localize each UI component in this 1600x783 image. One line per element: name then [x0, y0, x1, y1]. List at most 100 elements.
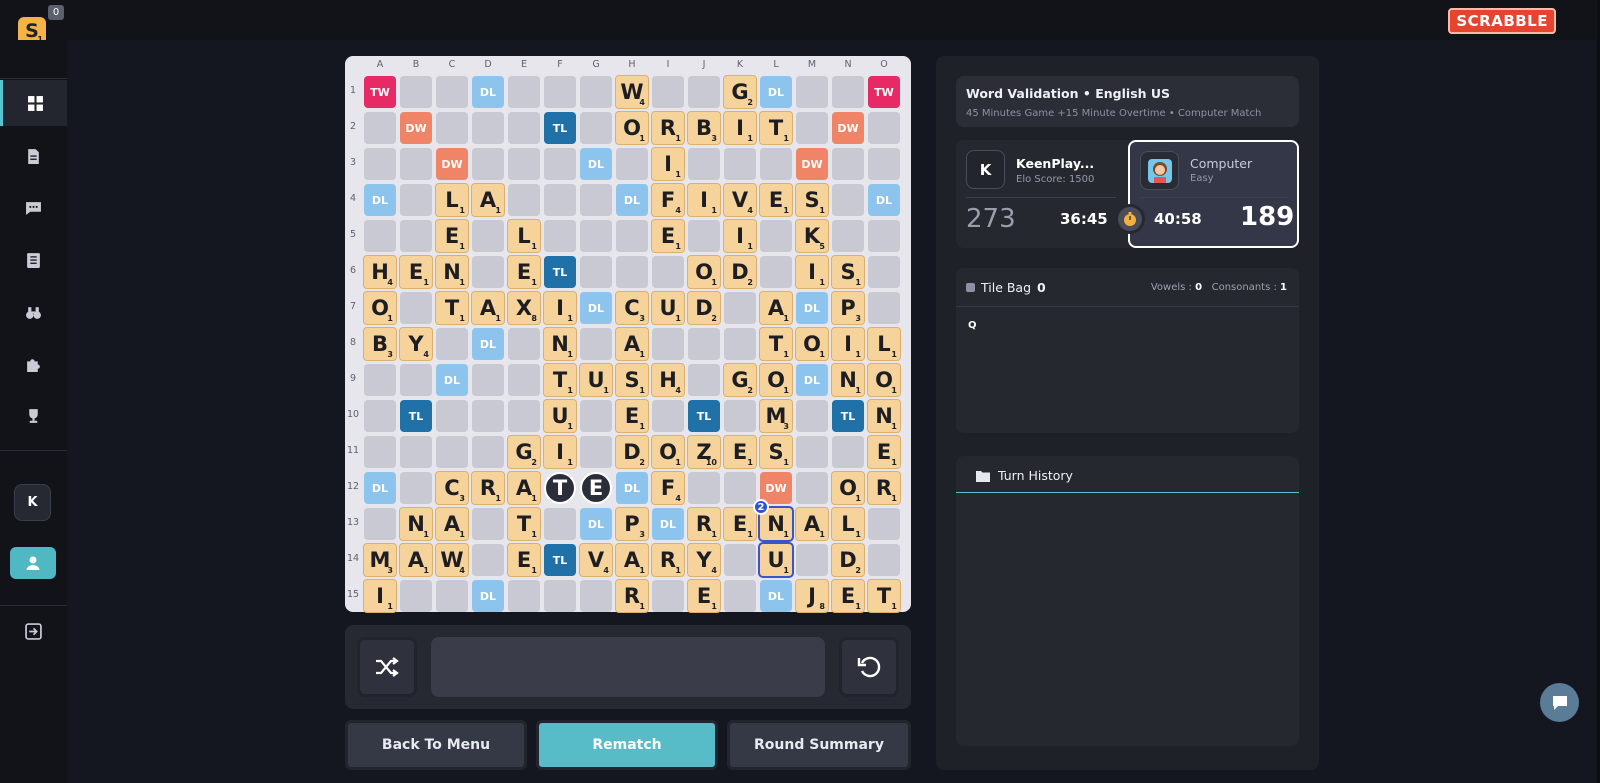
premium-square-dl[interactable]: DL — [760, 76, 792, 108]
board-square[interactable] — [472, 364, 504, 396]
board-square[interactable] — [868, 148, 900, 180]
board-square[interactable] — [580, 256, 612, 288]
turn-history-header[interactable]: Turn History — [976, 468, 1073, 483]
board-square[interactable] — [868, 220, 900, 252]
premium-square-dl[interactable]: DL — [796, 292, 828, 324]
premium-square-tl[interactable]: TL — [544, 112, 576, 144]
board-square[interactable] — [436, 436, 468, 468]
recall-button[interactable] — [839, 637, 899, 697]
board-square[interactable] — [616, 148, 648, 180]
board-square[interactable] — [652, 400, 684, 432]
board-square[interactable] — [580, 76, 612, 108]
board-square[interactable] — [436, 112, 468, 144]
board-square[interactable] — [508, 400, 540, 432]
premium-square-dl[interactable]: DL — [580, 148, 612, 180]
board-square[interactable] — [760, 148, 792, 180]
board-square[interactable] — [472, 544, 504, 576]
board-square[interactable] — [652, 580, 684, 612]
board-square[interactable] — [868, 256, 900, 288]
board-square[interactable] — [508, 184, 540, 216]
rack-slots[interactable] — [431, 637, 825, 697]
board-square[interactable] — [400, 292, 432, 324]
board-square[interactable] — [364, 220, 396, 252]
premium-square-dw[interactable]: DW — [796, 148, 828, 180]
sidebar-item-dashboard[interactable] — [0, 80, 67, 126]
board-square[interactable] — [364, 508, 396, 540]
board-square[interactable] — [688, 76, 720, 108]
sidebar-item-trophy[interactable] — [0, 393, 67, 439]
premium-square-dw[interactable]: DW — [832, 112, 864, 144]
board-square[interactable] — [724, 580, 756, 612]
premium-square-dl[interactable]: DL — [580, 292, 612, 324]
board-square[interactable] — [868, 508, 900, 540]
board-square[interactable] — [580, 112, 612, 144]
premium-square-dl[interactable]: DL — [868, 184, 900, 216]
board-square[interactable] — [760, 220, 792, 252]
board-square[interactable] — [364, 148, 396, 180]
board-square[interactable] — [400, 184, 432, 216]
premium-square-dl[interactable]: DL — [436, 364, 468, 396]
board-square[interactable] — [580, 184, 612, 216]
premium-square-dl[interactable]: DL — [616, 472, 648, 504]
board-square[interactable] — [832, 436, 864, 468]
board-square[interactable] — [544, 508, 576, 540]
board-square[interactable] — [724, 328, 756, 360]
board-square[interactable] — [796, 76, 828, 108]
premium-square-dl[interactable]: DL — [796, 364, 828, 396]
board-square[interactable] — [364, 364, 396, 396]
board-square[interactable] — [472, 400, 504, 432]
board-square[interactable] — [580, 220, 612, 252]
board-square[interactable] — [508, 76, 540, 108]
premium-square-dl[interactable]: DL — [580, 508, 612, 540]
board-square[interactable] — [832, 76, 864, 108]
board-square[interactable] — [436, 76, 468, 108]
board-square[interactable] — [400, 220, 432, 252]
premium-square-dl[interactable]: DL — [364, 472, 396, 504]
board-square[interactable] — [580, 400, 612, 432]
board-square[interactable] — [724, 472, 756, 504]
premium-square-dl[interactable]: DL — [364, 184, 396, 216]
board-square[interactable] — [400, 364, 432, 396]
back-to-menu-button[interactable]: Back To Menu — [345, 720, 527, 770]
sidebar-item-binoculars[interactable] — [0, 289, 67, 335]
board-square[interactable] — [616, 256, 648, 288]
board-square[interactable] — [724, 292, 756, 324]
premium-square-tw[interactable]: TW — [364, 76, 396, 108]
board-square[interactable] — [400, 580, 432, 612]
round-summary-button[interactable]: Round Summary — [727, 720, 911, 770]
board-square[interactable] — [796, 472, 828, 504]
board-square[interactable] — [796, 112, 828, 144]
board-square[interactable] — [544, 76, 576, 108]
board-square[interactable] — [400, 436, 432, 468]
premium-square-dl[interactable]: DL — [472, 76, 504, 108]
board-square[interactable] — [472, 148, 504, 180]
board-square[interactable] — [364, 436, 396, 468]
rematch-button[interactable]: Rematch — [536, 720, 718, 770]
board-square[interactable] — [868, 112, 900, 144]
logout-button[interactable] — [0, 608, 67, 654]
board-square[interactable] — [616, 220, 648, 252]
shuffle-button[interactable] — [357, 637, 417, 697]
premium-square-tl[interactable]: TL — [544, 544, 576, 576]
board-square[interactable] — [472, 256, 504, 288]
board-square[interactable] — [472, 436, 504, 468]
board-square[interactable] — [436, 328, 468, 360]
board-square[interactable] — [832, 184, 864, 216]
premium-square-dl[interactable]: DL — [472, 328, 504, 360]
board-square[interactable] — [472, 220, 504, 252]
board-square[interactable] — [796, 544, 828, 576]
board-square[interactable] — [544, 148, 576, 180]
board-square[interactable] — [400, 76, 432, 108]
board-square[interactable] — [652, 256, 684, 288]
premium-square-dw[interactable]: DW — [400, 112, 432, 144]
board-square[interactable] — [688, 148, 720, 180]
board-square[interactable] — [508, 364, 540, 396]
premium-square-tl[interactable]: TL — [400, 400, 432, 432]
board-square[interactable] — [580, 436, 612, 468]
board-square[interactable] — [472, 112, 504, 144]
board-square[interactable] — [580, 328, 612, 360]
board-square[interactable] — [364, 112, 396, 144]
board-square[interactable] — [832, 220, 864, 252]
sidebar-item-documents[interactable] — [0, 133, 67, 179]
board-square[interactable] — [400, 472, 432, 504]
